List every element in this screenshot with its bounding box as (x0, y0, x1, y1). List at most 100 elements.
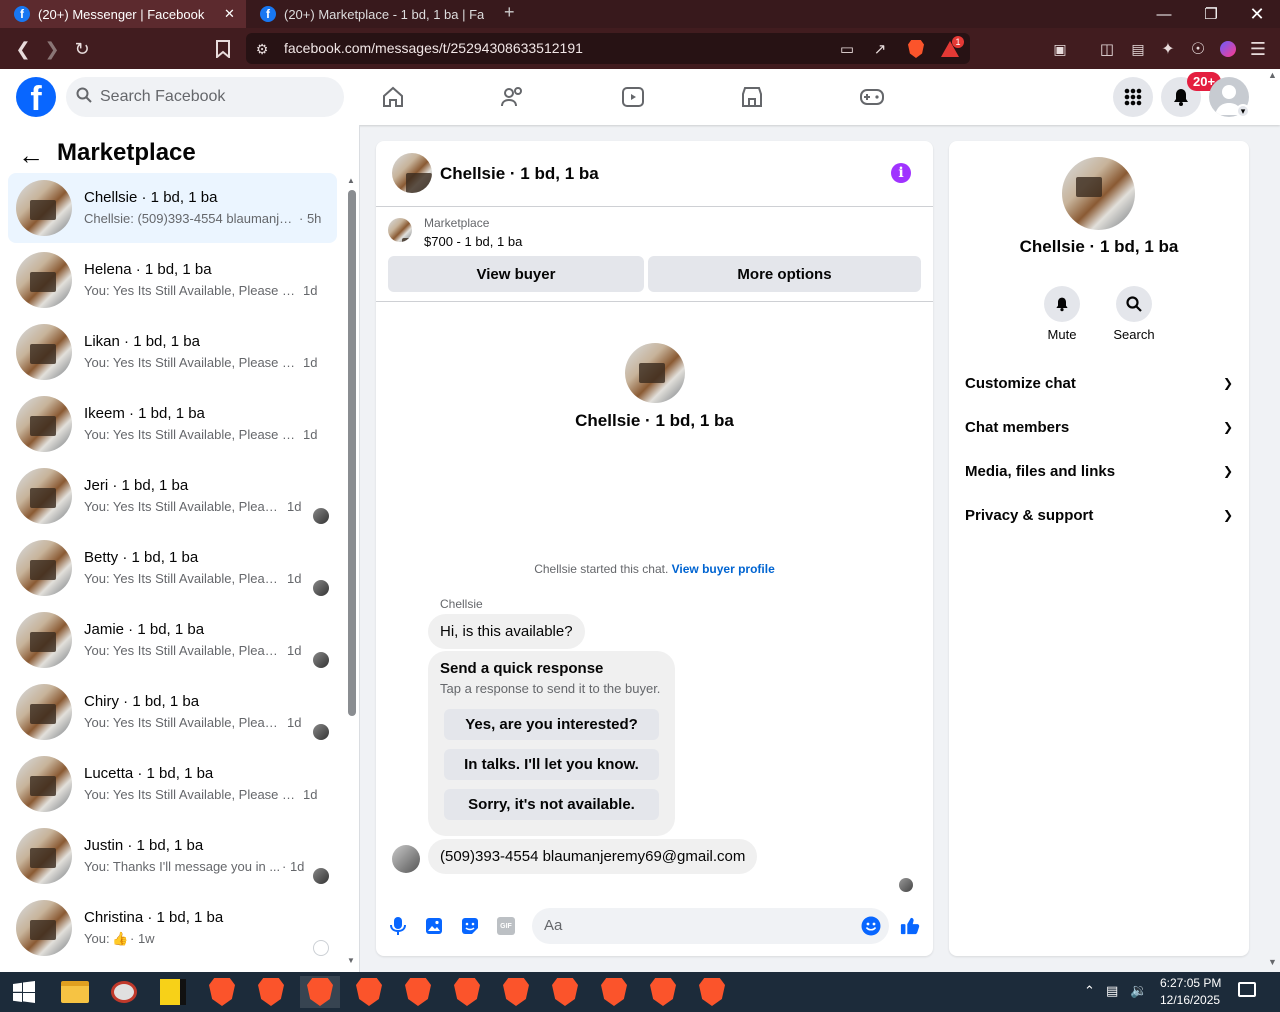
snipping-tool-icon[interactable] (104, 976, 144, 1008)
profile-icon[interactable] (1217, 38, 1239, 60)
reload-icon[interactable]: ↻ (71, 38, 93, 60)
view-buyer-profile-link[interactable]: View buyer profile (672, 562, 775, 576)
video-icon[interactable] (620, 84, 646, 110)
info-icon[interactable]: i (891, 163, 911, 183)
photo-icon[interactable] (424, 916, 444, 936)
windows-start-icon[interactable] (4, 976, 44, 1008)
brave-browser-taskbar-icon[interactable] (545, 976, 585, 1008)
incoming-message: (509)393-4554 blaumanjeremy69@gmail.com (428, 839, 758, 874)
page-scroll-up-icon[interactable]: ▲ (1268, 70, 1277, 80)
scroll-down-icon[interactable]: ▼ (347, 956, 355, 965)
tab-marketplace[interactable]: f (20+) Marketplace - 1 bd, 1 ba | Facel (246, 0, 496, 28)
back-arrow-icon[interactable]: ← (18, 140, 44, 171)
vpn-icon[interactable]: ☉ (1187, 38, 1209, 60)
conversation-preview: You: Yes Its Still Available, Please... (84, 643, 280, 658)
conversation-name: Jeri · 1 bd, 1 ba (84, 477, 189, 494)
thumbs-up-icon[interactable] (900, 916, 920, 936)
account-chevron-down-icon[interactable]: ▾ (1236, 104, 1250, 118)
media-files-links-section[interactable]: Media, files and links ❯ (965, 456, 1233, 486)
brave-browser-taskbar-icon[interactable] (202, 976, 242, 1008)
more-options-button[interactable]: More options (648, 256, 921, 292)
details-avatar[interactable] (1062, 157, 1135, 230)
menu-icon[interactable]: ☰ (1247, 38, 1269, 60)
conversation-preview: You: Yes Its Still Available, Please Se.… (84, 283, 296, 298)
emoji-icon[interactable] (861, 916, 881, 936)
customize-chat-section[interactable]: Customize chat ❯ (965, 368, 1233, 398)
conversation-preview: You: Yes Its Still Available, Please Se.… (84, 355, 296, 370)
network-icon[interactable]: ▤ (1106, 983, 1118, 999)
quick-response-button[interactable]: Yes, are you interested? (444, 709, 659, 740)
window-close-icon[interactable]: ✕ (1234, 0, 1280, 28)
brave-browser-taskbar-icon[interactable] (349, 976, 389, 1008)
page-scroll-down-icon[interactable]: ▼ (1268, 957, 1277, 967)
url-text[interactable]: facebook.com/messages/t/2529430863351219… (284, 40, 583, 56)
volume-icon[interactable]: 🔉 (1130, 982, 1147, 999)
message-input[interactable] (532, 908, 889, 944)
back-icon[interactable]: ❮ (12, 38, 34, 60)
bookmark-icon[interactable] (212, 38, 234, 60)
brave-browser-taskbar-icon[interactable] (398, 976, 438, 1008)
conversation-name: Likan · 1 bd, 1 ba (84, 333, 200, 350)
seen-indicator-avatar (313, 724, 329, 740)
listing-thumbnail (16, 324, 72, 380)
details-name: Chellsie · 1 bd, 1 ba (1019, 237, 1179, 256)
privacy-support-section[interactable]: Privacy & support ❯ (965, 500, 1233, 530)
chat-title[interactable]: Chellsie · 1 bd, 1 ba (440, 164, 599, 184)
minimize-icon[interactable]: — (1141, 0, 1187, 28)
gaming-icon[interactable] (859, 84, 885, 110)
listing-thumbnail[interactable] (388, 218, 412, 242)
conversation-time: · 1w (130, 931, 155, 946)
sticky-notes-icon[interactable] (153, 976, 193, 1008)
brave-browser-taskbar-icon[interactable] (251, 976, 291, 1008)
tab-close-icon[interactable]: ✕ (224, 6, 235, 22)
conversation-preview: You: Thanks I'll message you in ... (84, 859, 281, 874)
friends-icon[interactable] (500, 84, 526, 110)
wallet-icon[interactable]: ▤ (1127, 38, 1149, 60)
view-buyer-button[interactable]: View buyer (388, 256, 644, 292)
home-icon[interactable] (380, 84, 406, 110)
sidebar-toggle-icon[interactable]: ◫ (1096, 38, 1118, 60)
brave-shield-icon[interactable] (905, 38, 927, 60)
notification-center-icon[interactable] (1238, 982, 1256, 997)
search-icon (76, 87, 92, 108)
gif-icon[interactable]: GIF (496, 916, 516, 936)
chat-members-section[interactable]: Chat members ❯ (965, 412, 1233, 442)
share-icon[interactable]: ↗ (869, 38, 891, 60)
marketplace-icon[interactable] (739, 84, 765, 110)
listing-price[interactable]: $700 - 1 bd, 1 ba (424, 234, 522, 249)
taskbar-clock[interactable]: 6:27:05 PM 12/16/2025 (1160, 975, 1221, 1009)
sidebar-scroll-thumb[interactable] (348, 190, 356, 716)
mute-button[interactable] (1044, 286, 1080, 322)
facebook-favicon: f (14, 6, 30, 22)
leo-ai-icon[interactable]: ✦ (1157, 38, 1179, 60)
forward-icon[interactable]: ❯ (41, 38, 63, 60)
menu-grid-button[interactable] (1113, 77, 1153, 117)
conversation-preview: You: Yes Its Still Available, Please... (84, 571, 280, 586)
brave-browser-taskbar-icon[interactable] (300, 976, 340, 1008)
facebook-logo[interactable]: f (16, 77, 56, 117)
brave-browser-taskbar-icon[interactable] (447, 976, 487, 1008)
microphone-icon[interactable] (388, 916, 408, 936)
search-conversation-button[interactable] (1116, 286, 1152, 322)
site-settings-icon[interactable]: ⚙ (251, 38, 273, 60)
search-icon (1126, 296, 1142, 312)
scroll-up-icon[interactable]: ▲ (347, 176, 355, 185)
brave-browser-taskbar-icon[interactable] (692, 976, 732, 1008)
sender-avatar[interactable] (392, 845, 420, 873)
reader-icon[interactable]: ▣ (1049, 38, 1071, 60)
quick-response-button[interactable]: Sorry, it's not available. (444, 789, 659, 820)
new-tab-button[interactable]: + (504, 2, 515, 23)
brave-browser-taskbar-icon[interactable] (496, 976, 536, 1008)
brave-browser-taskbar-icon[interactable] (643, 976, 683, 1008)
tab-messenger[interactable]: f (20+) Messenger | Facebook ✕ (0, 0, 246, 28)
brave-browser-taskbar-icon[interactable] (594, 976, 634, 1008)
restore-icon[interactable]: ❐ (1188, 0, 1234, 28)
file-explorer-icon[interactable] (55, 976, 95, 1008)
bell-icon (1056, 297, 1068, 312)
sticker-icon[interactable] (460, 916, 480, 936)
buyer-avatar-large[interactable] (625, 343, 685, 403)
chat-avatar[interactable] (392, 153, 432, 193)
quick-response-button[interactable]: In talks. I'll let you know. (444, 749, 659, 780)
cast-icon[interactable]: ▭ (836, 38, 858, 60)
tray-chevron-up-icon[interactable]: ⌃ (1084, 983, 1095, 999)
